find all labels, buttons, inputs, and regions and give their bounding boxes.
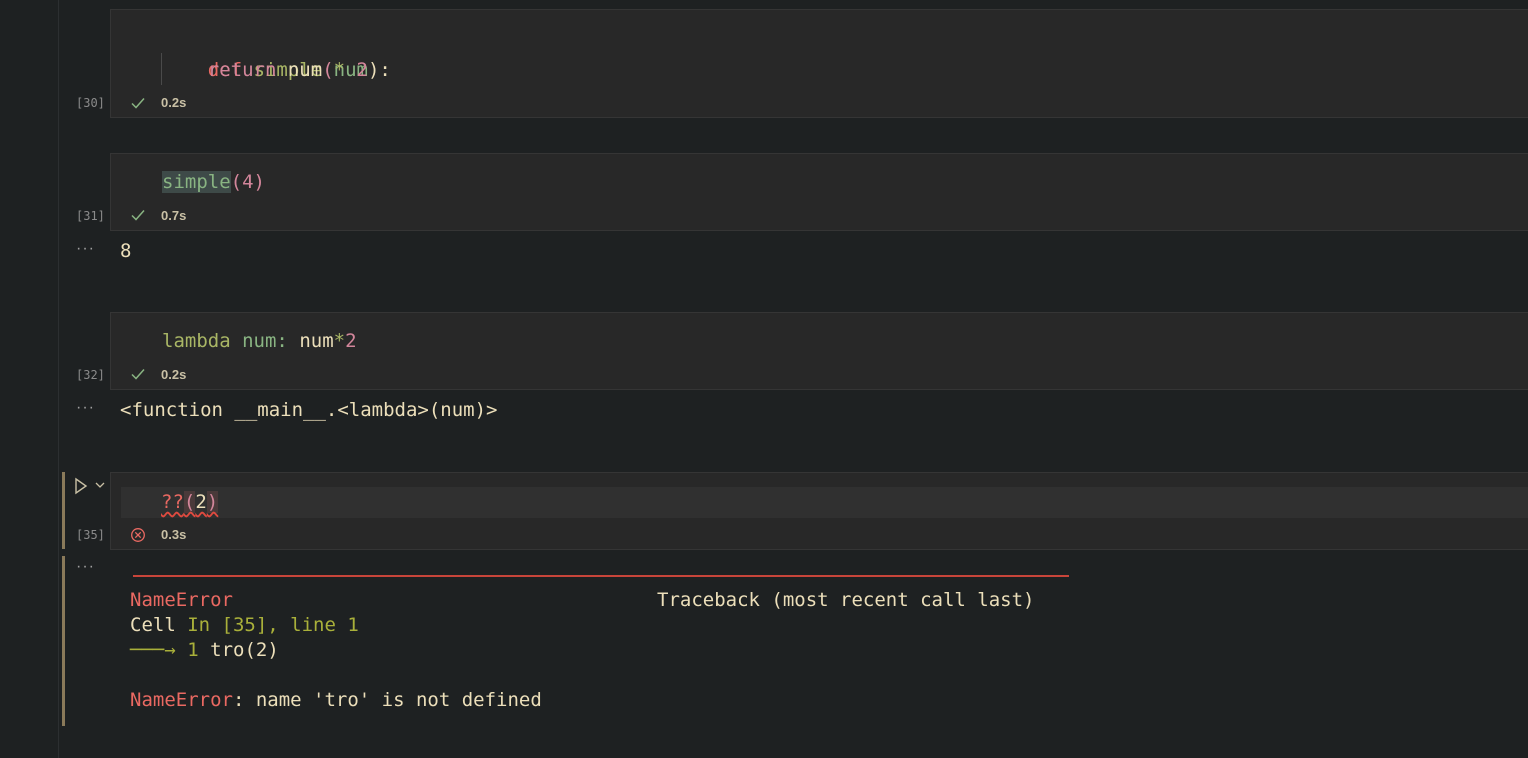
number: 2 — [345, 330, 357, 352]
cell-reference-link[interactable]: In [35], line 1 — [187, 614, 359, 636]
line-number: 1 — [187, 639, 199, 661]
error-name: NameError — [130, 689, 233, 711]
code-cell-30[interactable]: def simple(num): return num * 2 — [110, 9, 1528, 118]
traceback-title: Traceback (most recent call last) — [657, 589, 1035, 611]
arrow-icon: ───→ — [130, 639, 176, 661]
number: 2 — [356, 59, 368, 81]
check-icon — [131, 98, 145, 109]
error-message: : name 'tro' is not defined — [232, 689, 542, 711]
operator: * — [333, 330, 346, 352]
indent-guide — [161, 53, 162, 85]
execution-count: [30] — [76, 96, 105, 110]
keyword-lambda: lambda — [162, 330, 231, 352]
execution-count: [35] — [76, 528, 105, 542]
execution-time: 0.3s — [161, 527, 187, 542]
param-name: num — [242, 330, 277, 352]
paren: ) — [206, 491, 219, 513]
code-line[interactable]: return num * 2 — [162, 54, 368, 86]
code-line[interactable]: lambda num: num*2 — [162, 325, 357, 357]
traceback-header: NameError — [130, 589, 233, 611]
cell-label: Cell — [130, 614, 176, 636]
invalid-token: ?? — [161, 491, 184, 513]
check-icon — [131, 210, 145, 221]
error-name: NameError — [130, 589, 233, 611]
active-cell-indicator — [62, 472, 65, 549]
keyword-return: return — [207, 59, 277, 81]
output-menu-button[interactable]: ··· — [76, 399, 95, 417]
run-cell-icon[interactable] — [73, 477, 89, 495]
code-line[interactable]: ??(2) — [161, 486, 219, 518]
execution-time: 0.2s — [161, 367, 187, 382]
gutter-divider — [58, 0, 59, 758]
cell-output: <function __main__.<lambda>(num)> — [120, 399, 498, 421]
traceback-cell-line: Cell In [35], line 1 — [130, 614, 359, 636]
cell-output: 8 — [120, 240, 132, 262]
variable: num — [299, 330, 334, 352]
active-output-indicator — [62, 556, 65, 726]
traceback-rule — [133, 575, 1069, 577]
error-circle-icon — [131, 528, 145, 542]
output-menu-button[interactable]: ··· — [76, 558, 95, 576]
code-cell-32[interactable]: lambda num: num*2 — [110, 312, 1528, 390]
chevron-down-icon[interactable] — [94, 480, 106, 490]
current-line-highlight — [121, 487, 1528, 518]
paren: ( — [230, 171, 243, 193]
paren: ( — [183, 491, 196, 513]
check-icon — [131, 369, 145, 380]
execution-count: [31] — [76, 209, 105, 223]
operator: * — [333, 59, 346, 81]
line-code: tro(2) — [210, 639, 279, 661]
execution-count: [32] — [76, 368, 105, 382]
colon: : — [276, 330, 288, 352]
traceback-message: NameError: name 'tro' is not defined — [130, 689, 542, 711]
paren-colon: ): — [367, 59, 391, 81]
execution-time: 0.7s — [161, 208, 187, 223]
traceback-code-line: ───→ 1 tro(2) — [130, 639, 279, 661]
function-call: simple — [162, 171, 231, 193]
execution-time: 0.2s — [161, 95, 187, 110]
number: 2 — [195, 491, 207, 513]
code-cell-31[interactable]: simple(4) — [110, 153, 1528, 231]
variable: num — [287, 59, 323, 81]
code-line[interactable]: simple(4) — [162, 166, 265, 198]
output-menu-button[interactable]: ··· — [76, 240, 95, 258]
paren: ) — [253, 171, 265, 193]
number: 4 — [242, 171, 254, 193]
